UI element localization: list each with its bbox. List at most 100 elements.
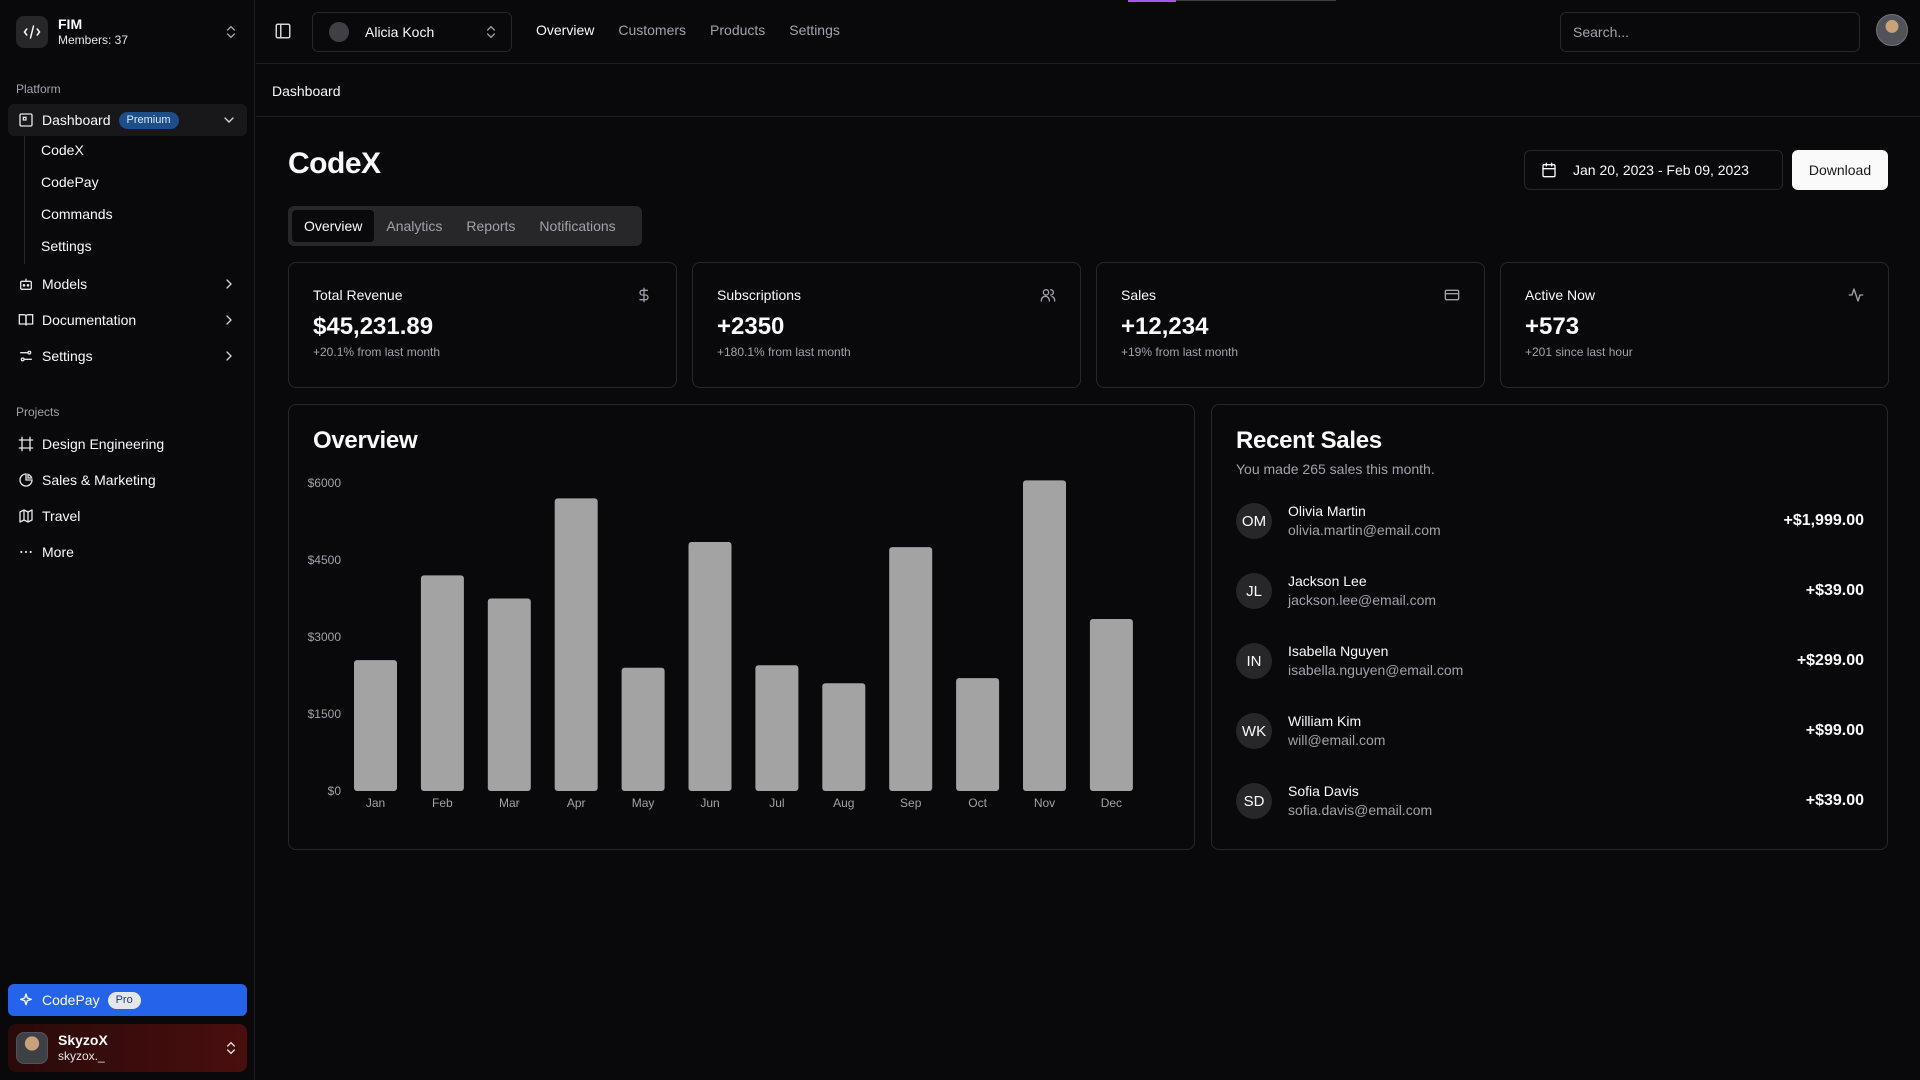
chevrons-up-down-icon [227,25,235,39]
tab-analytics[interactable]: Analytics [374,210,454,242]
x-tick-label: Sep [900,796,922,810]
sidebar-item-dashboard[interactable]: Dashboard Premium [8,104,247,136]
page-title: CodeX [288,147,381,180]
project-travel[interactable]: Travel [8,500,247,532]
bar-aug[interactable] [822,683,866,791]
book-open-icon [18,314,34,326]
project-label: Travel [42,508,81,524]
stat-title: Active Now [1525,287,1596,303]
date-range-picker[interactable]: Jan 20, 2023 - Feb 09, 2023 [1524,150,1783,190]
sidebar-item-models[interactable]: Models [8,268,247,300]
sale-email: sofia.davis@email.com [1288,802,1433,818]
download-button[interactable]: Download [1792,150,1888,190]
top-accent-line [1176,0,1336,1]
bar-feb[interactable] [420,575,464,791]
activity-icon [1848,288,1864,302]
more-horizontal-icon [20,550,32,554]
bar-oct[interactable] [956,678,1000,791]
bar-may[interactable] [621,667,665,791]
x-tick-label: Jun [700,796,719,810]
top-nav-products[interactable]: Products [710,22,765,38]
panel-left-icon[interactable] [274,22,292,40]
sale-amount: +$39.00 [1805,582,1864,599]
subnav-item-codepay[interactable]: CodePay [33,168,233,196]
x-tick-label: May [632,796,655,810]
sale-amount: +$99.00 [1805,722,1864,739]
subnav-item-settings[interactable]: Settings [33,232,233,260]
user-handle: skyzox._ [58,1049,105,1063]
top-nav-settings[interactable]: Settings [789,22,840,38]
x-tick-label: Nov [1034,796,1055,810]
sparkles-icon [20,993,32,1006]
dashboard-subnav: CodeX CodePay Commands Settings [24,136,247,264]
tab-notifications[interactable]: Notifications [527,210,627,242]
tab-overview[interactable]: Overview [292,210,375,242]
team-name: FIM [58,16,83,32]
dollar-icon [639,287,649,303]
tab-reports[interactable]: Reports [454,210,527,242]
sale-email: olivia.martin@email.com [1288,522,1441,538]
bar-apr[interactable] [554,498,598,791]
breadcrumb-current: Dashboard [272,83,341,99]
team-switcher[interactable]: FIM Members: 37 [8,10,247,54]
project-design-engineering[interactable]: Design Engineering [8,428,247,460]
codepay-promo-button[interactable]: CodePay Pro [8,984,247,1016]
list-item: WK William Kim will@email.com +$99.00 [1236,711,1864,751]
y-tick-label: $6000 [308,476,342,490]
x-tick-label: Jul [769,796,784,810]
search-input[interactable] [1560,12,1860,52]
team-members: Members: 37 [58,33,129,47]
frame-icon [18,436,34,452]
sidebar-item-settings[interactable]: Settings [8,340,247,372]
top-nav-customers[interactable]: Customers [618,22,686,38]
x-tick-label: Apr [567,796,586,810]
user-menu[interactable]: SkyzoX skyzox._ [8,1024,247,1072]
list-item: OM Olivia Martin olivia.martin@email.com… [1236,501,1864,541]
bar-dec[interactable] [1089,619,1133,791]
list-item: IN Isabella Nguyen isabella.nguyen@email… [1236,641,1864,681]
date-range-value: Jan 20, 2023 - Feb 09, 2023 [1573,162,1749,178]
stat-title: Total Revenue [313,287,403,303]
sidebar-item-label: Documentation [42,312,137,328]
avatar: WK [1236,713,1272,749]
users-icon [1040,289,1056,302]
bar-sep[interactable] [889,547,933,791]
stat-value: +12,234 [1121,313,1209,340]
x-tick-label: Feb [432,796,453,810]
avatar: JL [1236,573,1272,609]
topbar: Alicia Koch Overview Customers Products … [256,0,1920,64]
sale-name: Jackson Lee [1288,573,1367,589]
subnav-item-commands[interactable]: Commands [33,200,233,228]
stat-note: +20.1% from last month [313,345,441,359]
bar-nov[interactable] [1023,480,1066,791]
promo-label: CodePay [42,992,100,1008]
avatar: SD [1236,783,1272,819]
project-sales-marketing[interactable]: Sales & Marketing [8,464,247,496]
sidebar-item-documentation[interactable]: Documentation [8,304,247,336]
stat-value: +2350 [717,313,785,340]
platform-group-label: Platform [16,82,61,96]
top-nav: Overview Customers Products Settings [536,22,840,38]
top-nav-overview[interactable]: Overview [536,22,594,38]
y-tick-label: $3000 [308,630,342,644]
pie-chart-icon [19,473,33,487]
code-logo-icon [16,16,48,48]
account-switcher[interactable]: Alicia Koch [312,12,512,52]
overview-bar-chart: $0 $1500 $3000 $4500 $6000 Jan Feb Mar Apr May Jun… [308,476,1133,810]
stat-note: +180.1% from last month [717,345,851,359]
sale-amount: +$299.00 [1796,652,1864,669]
bar-jun[interactable] [688,542,732,791]
chevron-right-icon [226,279,232,289]
project-more[interactable]: More [8,536,247,568]
top-accent-line [1128,0,1176,2]
stat-note: +201 since last hour [1525,345,1633,359]
subnav-item-codex[interactable]: CodeX [33,136,233,164]
avatar[interactable] [1876,14,1908,46]
bar-mar[interactable] [487,598,531,792]
sidebar-item-label: Models [42,276,88,292]
bar-jan[interactable] [354,660,397,791]
sale-email: isabella.nguyen@email.com [1288,662,1464,678]
recent-sales-subtitle: You made 265 sales this month. [1236,461,1435,477]
recent-sales-title: Recent Sales [1236,427,1382,454]
bar-jul[interactable] [755,665,799,791]
